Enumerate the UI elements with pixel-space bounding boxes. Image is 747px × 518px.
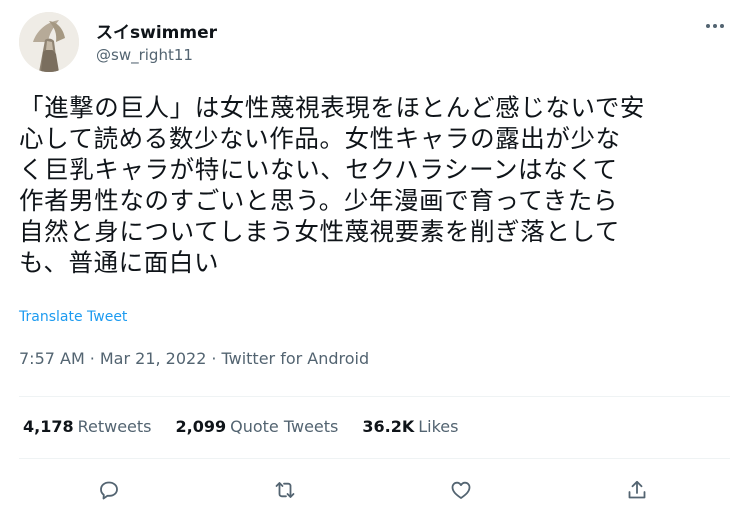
translate-tweet-link[interactable]: Translate Tweet <box>19 309 127 325</box>
tweet-actions <box>0 470 747 510</box>
more-dot <box>720 24 724 28</box>
more-dot <box>706 24 710 28</box>
author-display-name[interactable]: スイswimmer <box>96 18 217 43</box>
retweets-count: 4,178 <box>23 417 74 436</box>
retweet-button[interactable] <box>265 470 305 510</box>
tweet-source[interactable]: Twitter for Android <box>221 349 369 368</box>
tweet-text: 「進撃の巨人」は女性蔑視表現をほとんど感じないで安 心して読める数少ない作品。女… <box>19 92 731 278</box>
tweet-text-line: 作者男性なのすごいと思う。少年漫画で育ってきたら <box>19 186 618 215</box>
tweet-time[interactable]: 7:57 AM <box>19 349 85 368</box>
tweet-text-line: も、普通に面白い <box>19 248 220 277</box>
author-handle[interactable]: @sw_right11 <box>96 46 193 64</box>
tweet-date[interactable]: Mar 21, 2022 <box>100 349 207 368</box>
share-icon <box>628 480 646 499</box>
divider <box>19 396 730 397</box>
quote-tweets-label: Quote Tweets <box>230 417 339 436</box>
retweet-icon <box>275 482 295 498</box>
share-button[interactable] <box>617 470 657 510</box>
tweet-stats: 4,178 Retweets 2,099 Quote Tweets 36.2K Lik… <box>23 417 458 436</box>
more-dot <box>713 24 717 28</box>
retweets-label: Retweets <box>77 417 152 436</box>
winged-victory-statue-icon <box>19 12 79 72</box>
like-icon <box>451 481 471 499</box>
tweet-metadata: 7:57 AM · Mar 21, 2022 · Twitter for Android <box>19 349 369 368</box>
quote-tweets-stat[interactable]: 2,099 Quote Tweets <box>176 417 339 436</box>
tweet-text-line: 自然と身についてしまう女性蔑視要素を削ぎ落として <box>19 217 620 246</box>
likes-count: 36.2K <box>362 417 415 436</box>
tweet-text-line: く巨乳キャラが特にいない、セクハラシーンはなくて <box>19 155 618 184</box>
like-button[interactable] <box>441 470 481 510</box>
more-options-button[interactable] <box>700 14 730 38</box>
reply-button[interactable] <box>89 470 129 510</box>
tweet-card: スイswimmer @sw_right11 「進撃の巨人」は女性蔑視表現をほとん… <box>0 0 747 518</box>
reply-icon <box>100 481 118 500</box>
likes-label: Likes <box>418 417 459 436</box>
avatar[interactable] <box>19 12 79 72</box>
retweets-stat[interactable]: 4,178 Retweets <box>23 417 152 436</box>
likes-stat[interactable]: 36.2K Likes <box>362 417 458 436</box>
meta-separator: · <box>89 349 95 368</box>
divider <box>19 458 730 459</box>
tweet-text-line: 心して読める数少ない作品。女性キャラの露出が少な <box>19 124 621 153</box>
quote-tweets-count: 2,099 <box>175 417 227 436</box>
meta-separator: · <box>211 349 217 368</box>
tweet-text-line: 「進撃の巨人」は女性蔑視表現をほとんど感じないで安 <box>19 93 646 122</box>
